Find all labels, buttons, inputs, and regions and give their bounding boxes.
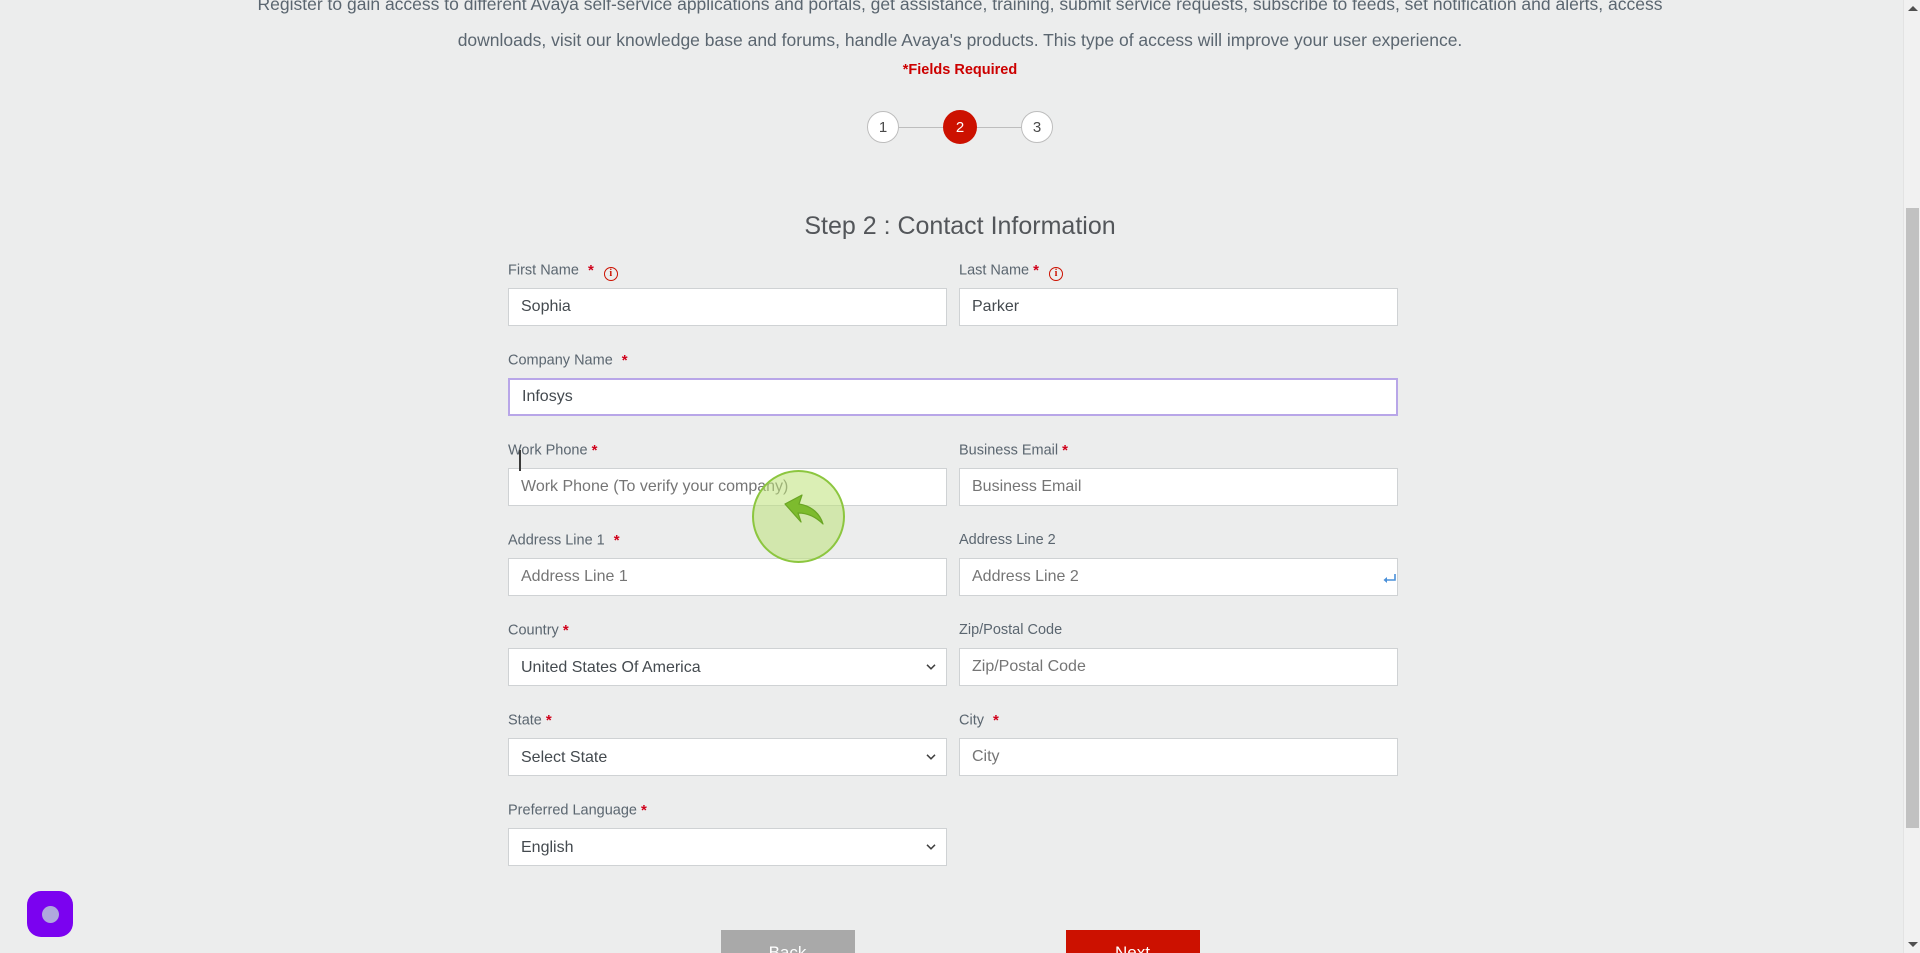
- text-caret: [519, 450, 521, 471]
- city-required-asterisk: *: [993, 712, 999, 729]
- country-select-wrapper: United States Of America: [508, 648, 947, 686]
- back-button[interactable]: Back: [720, 930, 855, 953]
- business-email-label-text: Business Email: [959, 442, 1059, 459]
- step-indicator-3[interactable]: 3: [1021, 111, 1053, 143]
- field-group-company-name: Company Name *: [508, 352, 1398, 416]
- company-name-label: Company Name *: [508, 352, 1398, 369]
- address-line-2-input[interactable]: [959, 558, 1398, 596]
- address-line-2-label-text: Address Line 2: [959, 532, 1056, 548]
- form-row-phone-email: Work Phone * Business Email *: [508, 442, 1398, 506]
- work-phone-label: Work Phone *: [508, 442, 947, 459]
- address-line-2-label: Address Line 2: [959, 532, 1398, 549]
- country-label: Country *: [508, 622, 947, 639]
- business-email-required-asterisk: *: [1062, 442, 1068, 459]
- country-label-text: Country: [508, 622, 559, 639]
- chat-widget-button[interactable]: [27, 891, 73, 937]
- last-name-input[interactable]: [959, 288, 1398, 326]
- scrollbar-up-arrow[interactable]: [1904, 0, 1920, 17]
- form-row-names: First Name * i Last Name * i: [508, 262, 1398, 326]
- zip-postal-code-label-text: Zip/Postal Code: [959, 622, 1063, 638]
- first-name-info-icon[interactable]: i: [603, 267, 618, 282]
- preferred-language-label: Preferred Language *: [508, 802, 947, 819]
- intro-paragraph: Register to gain access to different Ava…: [257, 0, 1663, 50]
- address-line-1-label-text: Address Line 1: [508, 532, 605, 549]
- field-group-country: Country * United States Of America: [508, 622, 947, 686]
- company-name-required-asterisk: *: [621, 352, 628, 369]
- field-group-state: State * Select State: [508, 712, 947, 776]
- field-group-preferred-language: Preferred Language * English: [508, 802, 947, 866]
- form-row-country-zip: Country * United States Of America Zip/P…: [508, 622, 1398, 686]
- business-email-input[interactable]: [959, 468, 1398, 506]
- page-title: Step 2 : Contact Information: [804, 212, 1116, 240]
- next-button[interactable]: Next: [1065, 930, 1200, 953]
- work-phone-input[interactable]: [508, 468, 947, 506]
- form-actions: Back Next: [0, 930, 1920, 953]
- field-group-spacer: [959, 802, 1398, 866]
- state-select-wrapper: Select State: [508, 738, 947, 776]
- first-name-input[interactable]: [508, 288, 947, 326]
- city-input[interactable]: [959, 738, 1398, 776]
- country-required-asterisk: *: [562, 622, 569, 639]
- country-select[interactable]: United States Of America: [508, 648, 947, 686]
- fields-required-note: *Fields Required: [902, 62, 1018, 78]
- registration-stepper: 1 2 3: [0, 110, 1920, 144]
- page-root: Register to gain access to different Ava…: [0, 0, 1920, 953]
- scrollbar-thumb[interactable]: [1906, 208, 1919, 828]
- chat-widget-dot-icon: [41, 905, 59, 923]
- state-label-text: State: [508, 712, 542, 729]
- step-indicator-2[interactable]: 2: [943, 110, 977, 144]
- contact-information-form: First Name * i Last Name * i Company Nam…: [508, 262, 1398, 892]
- city-label: City *: [959, 712, 1398, 729]
- first-name-label-text: First Name: [508, 262, 579, 279]
- last-name-required-asterisk: *: [1033, 262, 1039, 279]
- field-group-city: City *: [959, 712, 1398, 776]
- step-connector-1-2: [899, 126, 943, 128]
- field-group-address-line-1: Address Line 1 *: [508, 532, 947, 596]
- last-name-info-icon[interactable]: i: [1049, 267, 1064, 282]
- preferred-language-required-asterisk: *: [641, 802, 647, 819]
- field-group-work-phone: Work Phone *: [508, 442, 947, 506]
- field-group-first-name: First Name * i: [508, 262, 947, 326]
- page-scrollbar[interactable]: [1903, 0, 1920, 953]
- step-connector-2-3: [977, 126, 1021, 128]
- field-group-business-email: Business Email *: [959, 442, 1398, 506]
- business-email-label: Business Email *: [959, 442, 1398, 459]
- address-line-1-label: Address Line 1 *: [508, 532, 947, 549]
- last-name-label: Last Name * i: [959, 262, 1398, 282]
- scrollbar-down-arrow[interactable]: [1904, 936, 1920, 953]
- field-group-last-name: Last Name * i: [959, 262, 1398, 326]
- field-group-address-line-2: Address Line 2: [959, 532, 1398, 596]
- preferred-language-select-wrapper: English: [508, 828, 947, 866]
- first-name-required-asterisk: *: [587, 262, 594, 279]
- company-name-input[interactable]: [508, 378, 1398, 416]
- enter-return-icon: [1383, 574, 1396, 583]
- zip-postal-code-input[interactable]: [959, 648, 1398, 686]
- form-row-address: Address Line 1 * Address Line 2: [508, 532, 1398, 596]
- form-row-state-city: State * Select State City *: [508, 712, 1398, 776]
- state-select[interactable]: Select State: [508, 738, 947, 776]
- state-required-asterisk: *: [545, 712, 552, 729]
- preferred-language-label-text: Preferred Language: [508, 802, 637, 819]
- preferred-language-select[interactable]: English: [508, 828, 947, 866]
- address-line-1-required-asterisk: *: [613, 532, 620, 549]
- first-name-label: First Name * i: [508, 262, 947, 282]
- field-group-zip-postal-code: Zip/Postal Code: [959, 622, 1398, 686]
- state-label: State *: [508, 712, 947, 729]
- address-line-1-input[interactable]: [508, 558, 947, 596]
- step-indicator-1[interactable]: 1: [867, 111, 899, 143]
- last-name-label-text: Last Name: [959, 262, 1030, 279]
- company-name-label-text: Company Name: [508, 352, 613, 369]
- form-row-company: Company Name *: [508, 352, 1398, 416]
- form-row-preferred-language: Preferred Language * English: [508, 802, 1398, 866]
- zip-postal-code-label: Zip/Postal Code: [959, 622, 1398, 639]
- city-label-text: City: [959, 712, 984, 729]
- work-phone-required-asterisk: *: [591, 442, 598, 459]
